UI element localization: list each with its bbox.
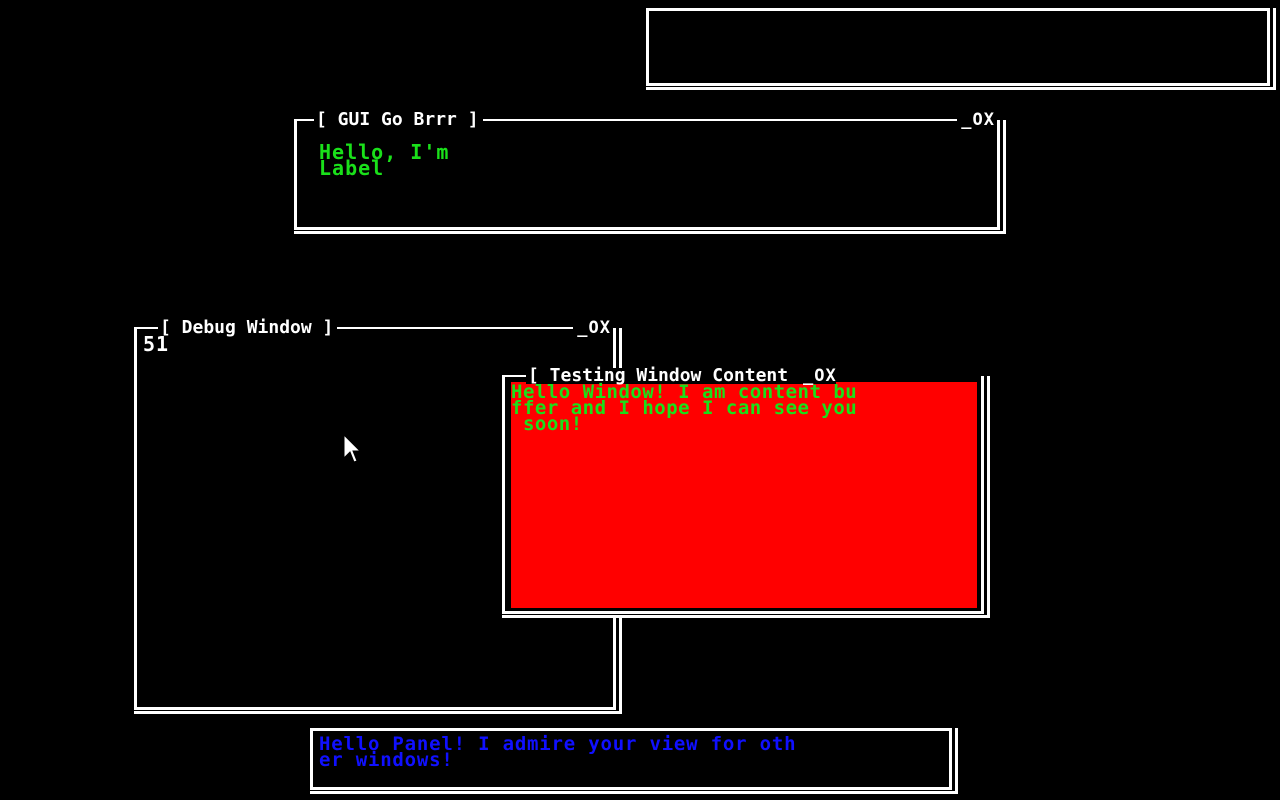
gui-window[interactable]: [ GUI Go Brrr ] _ O X Hello, I'm Label <box>294 109 1006 234</box>
close-icon[interactable]: X <box>984 112 994 129</box>
titlebar-line <box>337 327 574 329</box>
gui-window-shadow <box>294 120 1006 234</box>
testing-window[interactable]: [ Testing Window Content _ O X Hello Win… <box>502 367 990 618</box>
titlebar-line-left <box>134 327 158 329</box>
close-icon[interactable]: X <box>600 320 610 337</box>
debug-value: 51 <box>143 332 170 356</box>
panel-line-2: er windows! <box>319 749 454 771</box>
content-line-3: soon! <box>511 413 583 435</box>
minimize-icon[interactable]: _ <box>577 320 587 337</box>
empty-window-shadow <box>646 8 1276 90</box>
gui-window-titlebar[interactable]: [ GUI Go Brrr ] _ O X <box>294 109 994 130</box>
gui-window-title: [ GUI Go Brrr ] <box>314 109 481 130</box>
gui-window-controls: _ O X <box>959 112 994 129</box>
minimize-icon[interactable]: _ <box>961 112 971 129</box>
debug-window-titlebar[interactable]: [ Debug Window ] _ O X <box>134 317 610 338</box>
maximize-icon[interactable]: O <box>973 112 983 129</box>
titlebar-line-left <box>294 119 314 121</box>
hello-panel[interactable]: Hello Panel! I admire your view for oth … <box>310 728 958 794</box>
arrow-cursor-icon <box>343 434 362 463</box>
label-line-2: Label <box>319 156 385 180</box>
titlebar-line <box>482 119 958 121</box>
titlebar-line-left <box>502 375 526 377</box>
desktop-screen: [ GUI Go Brrr ] _ O X Hello, I'm Label [… <box>0 0 1280 800</box>
debug-window-title: [ Debug Window ] <box>158 317 336 338</box>
maximize-icon[interactable]: O <box>589 320 599 337</box>
empty-window[interactable] <box>646 8 1276 90</box>
debug-window-controls: _ O X <box>575 320 610 337</box>
